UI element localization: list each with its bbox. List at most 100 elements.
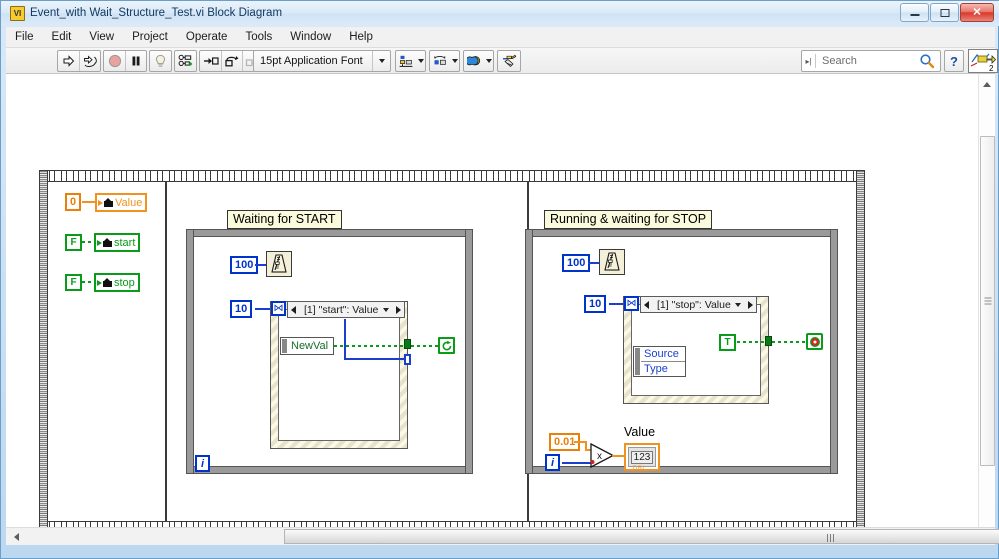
loop-condition-terminal-2[interactable]: [806, 333, 823, 350]
wire-true-to-tunnel: [737, 341, 768, 343]
event-prev-case-arrow[interactable]: [641, 297, 652, 312]
wait-constant-2[interactable]: 100: [562, 254, 591, 272]
event-next-case-arrow[interactable]: [393, 302, 404, 317]
event-case-selector-1[interactable]: [1] "start": Value: [287, 301, 405, 318]
loop-right-edge: [465, 229, 473, 474]
svg-text:2: 2: [989, 64, 994, 72]
event-case-label-1: [1] "start": Value: [304, 303, 379, 316]
retain-wire-values-button[interactable]: [175, 51, 196, 71]
step-into-button[interactable]: [200, 51, 221, 71]
menu-view[interactable]: View: [80, 27, 123, 48]
scroll-left-arrow-icon[interactable]: [14, 533, 19, 541]
clean-up-diagram-button[interactable]: [498, 51, 520, 71]
stop-false-constant[interactable]: F: [65, 274, 82, 291]
local-variable-value[interactable]: Value: [95, 193, 148, 212]
reorder-group[interactable]: [463, 50, 494, 72]
output-tunnel-1b[interactable]: [404, 354, 411, 365]
distribute-objects-button[interactable]: [430, 51, 451, 71]
light-bulb-icon: [155, 54, 166, 67]
event-data-node-2[interactable]: Source Type: [633, 346, 686, 377]
menu-operate[interactable]: Operate: [177, 27, 237, 48]
distribute-dropdown-arrow[interactable]: [451, 59, 459, 63]
menu-project[interactable]: Project: [123, 27, 177, 48]
run-button[interactable]: [58, 51, 79, 71]
event-case-label-2: [1] "stop": Value: [657, 298, 731, 311]
font-selector[interactable]: 15pt Application Font: [253, 50, 391, 72]
timeout-constant-1[interactable]: 10: [230, 300, 253, 318]
distribute-group[interactable]: [429, 50, 460, 72]
menu-edit[interactable]: Edit: [43, 27, 81, 48]
value-init-constant[interactable]: 0: [65, 193, 82, 211]
align-objects-icon: [399, 55, 413, 67]
step-into-icon: [203, 57, 219, 65]
scrollbar-grip-icon: [984, 297, 991, 305]
local-variable-stop[interactable]: stop: [94, 273, 140, 292]
menu-file[interactable]: File: [6, 27, 43, 48]
multiply-node[interactable]: x: [589, 442, 617, 475]
event-case-selector-2[interactable]: [1] "stop": Value: [640, 296, 757, 313]
align-group[interactable]: [395, 50, 426, 72]
retain-group: [174, 50, 197, 72]
broom-icon: [502, 54, 516, 68]
start-false-constant[interactable]: F: [65, 234, 82, 251]
horizontal-scrollbar-thumb[interactable]: [284, 529, 999, 544]
output-tunnel-2[interactable]: [765, 336, 772, 346]
align-objects-button[interactable]: [396, 51, 417, 71]
event-prev-case-arrow[interactable]: [288, 302, 299, 317]
maximize-button[interactable]: [930, 3, 959, 22]
output-tunnel-1[interactable]: [404, 339, 411, 349]
block-diagram-canvas[interactable]: 0 Value F start F stop Waiting for START: [6, 74, 995, 527]
search-input[interactable]: ▸| Search: [801, 50, 941, 72]
frame2-caption: Waiting for START: [227, 210, 342, 229]
minimize-button[interactable]: [900, 3, 929, 22]
event-case-dropdown-arrow[interactable]: [731, 302, 745, 307]
wire-timeout-2: [609, 303, 624, 305]
horizontal-scrollbar[interactable]: [6, 527, 999, 545]
menu-window[interactable]: Window: [281, 27, 340, 48]
event-next-case-arrow[interactable]: [745, 297, 756, 312]
event-timeout-terminal-1[interactable]: [271, 301, 286, 316]
search-scope-icon[interactable]: ▸|: [802, 57, 815, 66]
loop-bottom-edge: [186, 466, 473, 474]
true-constant[interactable]: T: [719, 334, 736, 351]
highlight-execution-button[interactable]: [150, 51, 171, 71]
cleanup-group[interactable]: [497, 50, 521, 72]
reorder-button[interactable]: [464, 51, 485, 71]
window-title: Event_with Wait_Structure_Test.vi Block …: [30, 7, 283, 19]
iteration-terminal-loop1[interactable]: i: [195, 455, 210, 472]
font-label: 15pt Application Font: [260, 55, 363, 67]
close-button[interactable]: ✕: [960, 3, 994, 22]
reorder-icon: [467, 55, 481, 65]
step-over-button[interactable]: [221, 51, 242, 71]
vi-icon-pane[interactable]: 2: [968, 49, 998, 73]
vertical-scrollbar-thumb[interactable]: [980, 136, 995, 466]
align-dropdown-arrow[interactable]: [417, 59, 425, 63]
event-timeout-terminal-2[interactable]: [624, 296, 639, 311]
stop-if-true-icon: [809, 336, 820, 347]
local-variable-start[interactable]: start: [94, 233, 141, 252]
loop-condition-terminal-1[interactable]: [438, 337, 455, 354]
event-structure-1[interactable]: [270, 301, 408, 449]
reorder-dropdown-arrow[interactable]: [485, 59, 493, 63]
wait-ms-node-2[interactable]: [599, 249, 625, 275]
wire-to-loop-condition-1: [411, 345, 439, 347]
event-case-dropdown-arrow[interactable]: [379, 307, 393, 312]
scroll-up-arrow-icon[interactable]: [983, 82, 991, 87]
event-data-node-1[interactable]: NewVal: [280, 337, 335, 355]
wire-evt-vert-1: [344, 319, 346, 360]
timeout-constant-2[interactable]: 10: [584, 295, 607, 313]
event-data-source-label: Source: [641, 347, 685, 362]
context-help-button[interactable]: ?: [944, 50, 964, 72]
abort-execution-button[interactable]: [104, 51, 125, 71]
wait-ms-node-1[interactable]: [266, 251, 292, 277]
pause-icon: [132, 56, 140, 66]
pause-button[interactable]: [125, 51, 146, 71]
iteration-terminal-loop2[interactable]: i: [545, 454, 560, 471]
run-continuously-button[interactable]: [79, 51, 100, 71]
menu-help[interactable]: Help: [340, 27, 382, 48]
menu-tools[interactable]: Tools: [236, 27, 281, 48]
retain-wire-values-icon: [178, 54, 193, 66]
vertical-scrollbar[interactable]: [978, 74, 995, 527]
font-dropdown-arrow[interactable]: [372, 51, 390, 71]
home-icon: [103, 278, 112, 287]
